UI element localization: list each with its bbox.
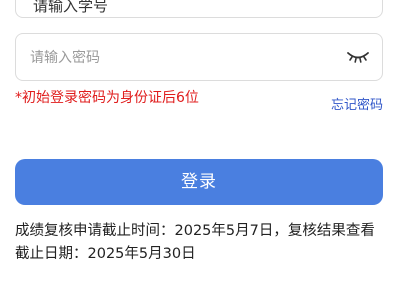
account-field-value: 请输入学号 (33, 0, 109, 15)
login-button[interactable]: 登录 (15, 159, 383, 205)
login-page: 请输入学号 *初始登录密码为身份证后6位 忘记密码 登录 成绩复核申请截止时间：… (0, 0, 400, 299)
password-field[interactable] (30, 46, 330, 70)
password-field-container (15, 33, 383, 81)
eye-closed-icon[interactable] (346, 49, 370, 65)
account-field[interactable]: 请输入学号 (15, 0, 383, 18)
forgot-password-link[interactable]: 忘记密码 (331, 97, 383, 115)
review-deadline-notice: 成绩复核申请截止时间：2025年5月7日，复核结果查看截止日期：2025年5月3… (15, 223, 375, 262)
initial-password-hint: *初始登录密码为身份证后6位 (15, 90, 199, 106)
